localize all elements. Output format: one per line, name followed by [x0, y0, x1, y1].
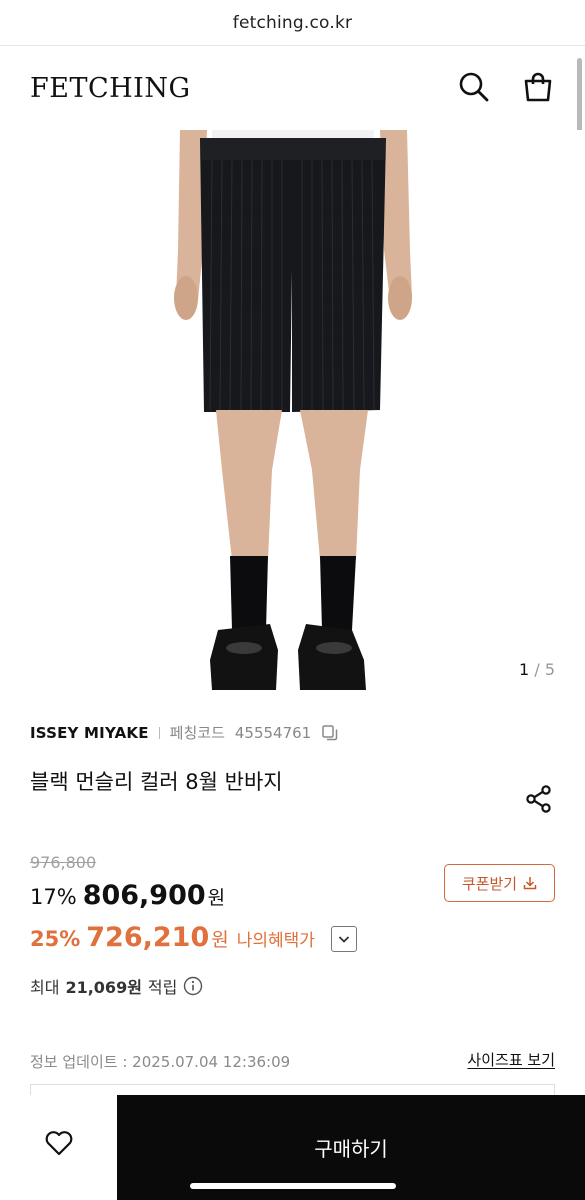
info-update-time: 정보 업데이트 : 2025.07.04 12:36:09 — [30, 1053, 291, 1071]
heart-icon — [45, 1130, 72, 1155]
product-code: 45554761 — [234, 723, 312, 742]
search-icon[interactable] — [457, 70, 491, 104]
home-indicator[interactable] — [190, 1183, 396, 1189]
size-chart-link[interactable]: 사이즈표 보기 — [467, 1049, 555, 1070]
brand-name[interactable]: ISSEY MIYAKE — [30, 724, 149, 742]
site-header: FETCHING — [0, 46, 585, 130]
image-counter-current: 1 — [519, 660, 530, 679]
points-suffix: 적립 — [147, 978, 178, 997]
wishlist-button[interactable] — [0, 1095, 117, 1200]
coupon-label: 쿠폰받기 — [461, 874, 518, 893]
product-code-label: 페칭코드 — [169, 724, 225, 742]
original-price: 976,800 — [30, 853, 97, 872]
points-prefix: 최대 — [30, 978, 60, 997]
image-counter-separator: / — [534, 660, 540, 679]
divider — [158, 726, 160, 739]
benefit-price-unit: 원 — [211, 929, 229, 951]
benefit-discount-rate: 25% — [30, 927, 81, 951]
buy-label: 구매하기 — [314, 1137, 388, 1161]
download-icon — [523, 877, 537, 890]
benefit-price-row: 25% 726,210 원 나의혜택가 — [30, 922, 315, 953]
browser-url-bar[interactable]: fetching.co.kr — [0, 0, 585, 46]
chevron-down-icon — [338, 936, 350, 943]
brand-row: ISSEY MIYAKE 페칭코드 45554761 — [30, 722, 339, 743]
shopping-bag-icon[interactable] — [521, 70, 555, 104]
benefit-expand-button[interactable] — [331, 926, 357, 952]
info-icon[interactable] — [183, 976, 203, 996]
sale-price-unit: 원 — [207, 887, 226, 909]
my-benefit-label: 나의혜택가 — [236, 931, 315, 951]
sale-price-row: 17% 806,900 원 — [30, 880, 225, 911]
share-icon[interactable] — [524, 784, 554, 814]
header-icons — [457, 70, 555, 104]
copy-icon[interactable] — [321, 724, 339, 742]
points-value: 21,069원 — [65, 978, 142, 997]
reward-points: 최대 21,069원 적립 — [30, 974, 203, 998]
product-title: 블랙 먼슬리 컬러 8월 반바지 — [30, 770, 283, 794]
coupon-download-button[interactable]: 쿠폰받기 — [444, 864, 555, 902]
product-image — [174, 130, 412, 690]
site-logo[interactable]: FETCHING — [30, 73, 191, 104]
product-image-gallery[interactable]: 1 / 5 — [0, 130, 585, 690]
discount-rate: 17% — [30, 885, 77, 909]
image-counter: 1 / 5 — [519, 660, 555, 679]
image-counter-total: 5 — [544, 660, 555, 679]
url-text: fetching.co.kr — [232, 12, 353, 33]
sale-price: 806,900 — [82, 880, 206, 911]
benefit-price: 726,210 — [86, 922, 210, 953]
